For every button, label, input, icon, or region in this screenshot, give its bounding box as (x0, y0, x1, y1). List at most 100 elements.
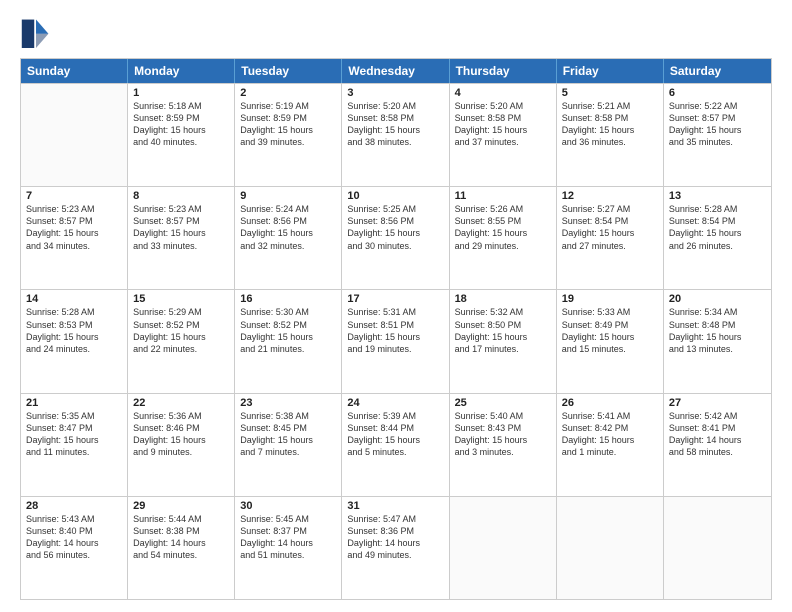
day-cell-26: 26Sunrise: 5:41 AM Sunset: 8:42 PM Dayli… (557, 394, 664, 496)
header-day-tuesday: Tuesday (235, 59, 342, 83)
day-cell-6: 6Sunrise: 5:22 AM Sunset: 8:57 PM Daylig… (664, 84, 771, 186)
day-info: Sunrise: 5:18 AM Sunset: 8:59 PM Dayligh… (133, 100, 229, 149)
day-number: 28 (26, 500, 122, 512)
day-cell-17: 17Sunrise: 5:31 AM Sunset: 8:51 PM Dayli… (342, 290, 449, 392)
day-info: Sunrise: 5:19 AM Sunset: 8:59 PM Dayligh… (240, 100, 336, 149)
day-cell-7: 7Sunrise: 5:23 AM Sunset: 8:57 PM Daylig… (21, 187, 128, 289)
empty-cell-4-6 (664, 497, 771, 599)
day-info: Sunrise: 5:24 AM Sunset: 8:56 PM Dayligh… (240, 203, 336, 252)
day-number: 3 (347, 87, 443, 99)
day-number: 24 (347, 397, 443, 409)
day-number: 22 (133, 397, 229, 409)
day-cell-10: 10Sunrise: 5:25 AM Sunset: 8:56 PM Dayli… (342, 187, 449, 289)
day-info: Sunrise: 5:44 AM Sunset: 8:38 PM Dayligh… (133, 513, 229, 562)
day-number: 2 (240, 87, 336, 99)
day-cell-2: 2Sunrise: 5:19 AM Sunset: 8:59 PM Daylig… (235, 84, 342, 186)
calendar-header: SundayMondayTuesdayWednesdayThursdayFrid… (21, 59, 771, 83)
day-number: 14 (26, 293, 122, 305)
calendar-row-3: 14Sunrise: 5:28 AM Sunset: 8:53 PM Dayli… (21, 289, 771, 392)
day-info: Sunrise: 5:28 AM Sunset: 8:54 PM Dayligh… (669, 203, 766, 252)
day-cell-31: 31Sunrise: 5:47 AM Sunset: 8:36 PM Dayli… (342, 497, 449, 599)
day-cell-22: 22Sunrise: 5:36 AM Sunset: 8:46 PM Dayli… (128, 394, 235, 496)
day-info: Sunrise: 5:29 AM Sunset: 8:52 PM Dayligh… (133, 306, 229, 355)
day-cell-12: 12Sunrise: 5:27 AM Sunset: 8:54 PM Dayli… (557, 187, 664, 289)
day-number: 30 (240, 500, 336, 512)
header-day-sunday: Sunday (21, 59, 128, 83)
day-cell-8: 8Sunrise: 5:23 AM Sunset: 8:57 PM Daylig… (128, 187, 235, 289)
day-info: Sunrise: 5:41 AM Sunset: 8:42 PM Dayligh… (562, 410, 658, 459)
day-number: 7 (26, 190, 122, 202)
empty-cell-4-5 (557, 497, 664, 599)
header-day-saturday: Saturday (664, 59, 771, 83)
day-cell-19: 19Sunrise: 5:33 AM Sunset: 8:49 PM Dayli… (557, 290, 664, 392)
header-day-monday: Monday (128, 59, 235, 83)
day-cell-24: 24Sunrise: 5:39 AM Sunset: 8:44 PM Dayli… (342, 394, 449, 496)
day-number: 6 (669, 87, 766, 99)
day-info: Sunrise: 5:31 AM Sunset: 8:51 PM Dayligh… (347, 306, 443, 355)
day-info: Sunrise: 5:45 AM Sunset: 8:37 PM Dayligh… (240, 513, 336, 562)
day-cell-23: 23Sunrise: 5:38 AM Sunset: 8:45 PM Dayli… (235, 394, 342, 496)
day-cell-4: 4Sunrise: 5:20 AM Sunset: 8:58 PM Daylig… (450, 84, 557, 186)
day-cell-28: 28Sunrise: 5:43 AM Sunset: 8:40 PM Dayli… (21, 497, 128, 599)
day-cell-1: 1Sunrise: 5:18 AM Sunset: 8:59 PM Daylig… (128, 84, 235, 186)
header-day-friday: Friday (557, 59, 664, 83)
day-info: Sunrise: 5:43 AM Sunset: 8:40 PM Dayligh… (26, 513, 122, 562)
empty-cell-0-0 (21, 84, 128, 186)
day-number: 11 (455, 190, 551, 202)
calendar: SundayMondayTuesdayWednesdayThursdayFrid… (20, 58, 772, 600)
day-number: 20 (669, 293, 766, 305)
day-cell-29: 29Sunrise: 5:44 AM Sunset: 8:38 PM Dayli… (128, 497, 235, 599)
calendar-body: 1Sunrise: 5:18 AM Sunset: 8:59 PM Daylig… (21, 83, 771, 599)
calendar-row-2: 7Sunrise: 5:23 AM Sunset: 8:57 PM Daylig… (21, 186, 771, 289)
day-info: Sunrise: 5:36 AM Sunset: 8:46 PM Dayligh… (133, 410, 229, 459)
day-cell-15: 15Sunrise: 5:29 AM Sunset: 8:52 PM Dayli… (128, 290, 235, 392)
day-cell-16: 16Sunrise: 5:30 AM Sunset: 8:52 PM Dayli… (235, 290, 342, 392)
day-info: Sunrise: 5:34 AM Sunset: 8:48 PM Dayligh… (669, 306, 766, 355)
day-info: Sunrise: 5:35 AM Sunset: 8:47 PM Dayligh… (26, 410, 122, 459)
day-cell-21: 21Sunrise: 5:35 AM Sunset: 8:47 PM Dayli… (21, 394, 128, 496)
day-info: Sunrise: 5:27 AM Sunset: 8:54 PM Dayligh… (562, 203, 658, 252)
day-number: 29 (133, 500, 229, 512)
calendar-row-1: 1Sunrise: 5:18 AM Sunset: 8:59 PM Daylig… (21, 83, 771, 186)
day-info: Sunrise: 5:26 AM Sunset: 8:55 PM Dayligh… (455, 203, 551, 252)
day-info: Sunrise: 5:20 AM Sunset: 8:58 PM Dayligh… (455, 100, 551, 149)
day-number: 12 (562, 190, 658, 202)
header-day-wednesday: Wednesday (342, 59, 449, 83)
page: SundayMondayTuesdayWednesdayThursdayFrid… (0, 0, 792, 612)
day-number: 13 (669, 190, 766, 202)
empty-cell-4-4 (450, 497, 557, 599)
day-number: 16 (240, 293, 336, 305)
day-cell-30: 30Sunrise: 5:45 AM Sunset: 8:37 PM Dayli… (235, 497, 342, 599)
day-info: Sunrise: 5:32 AM Sunset: 8:50 PM Dayligh… (455, 306, 551, 355)
day-info: Sunrise: 5:23 AM Sunset: 8:57 PM Dayligh… (26, 203, 122, 252)
day-number: 17 (347, 293, 443, 305)
day-info: Sunrise: 5:22 AM Sunset: 8:57 PM Dayligh… (669, 100, 766, 149)
day-cell-18: 18Sunrise: 5:32 AM Sunset: 8:50 PM Dayli… (450, 290, 557, 392)
header-day-thursday: Thursday (450, 59, 557, 83)
day-cell-5: 5Sunrise: 5:21 AM Sunset: 8:58 PM Daylig… (557, 84, 664, 186)
day-number: 15 (133, 293, 229, 305)
day-number: 10 (347, 190, 443, 202)
day-info: Sunrise: 5:38 AM Sunset: 8:45 PM Dayligh… (240, 410, 336, 459)
day-number: 4 (455, 87, 551, 99)
day-info: Sunrise: 5:39 AM Sunset: 8:44 PM Dayligh… (347, 410, 443, 459)
day-info: Sunrise: 5:42 AM Sunset: 8:41 PM Dayligh… (669, 410, 766, 459)
day-info: Sunrise: 5:33 AM Sunset: 8:49 PM Dayligh… (562, 306, 658, 355)
day-cell-9: 9Sunrise: 5:24 AM Sunset: 8:56 PM Daylig… (235, 187, 342, 289)
day-cell-20: 20Sunrise: 5:34 AM Sunset: 8:48 PM Dayli… (664, 290, 771, 392)
day-info: Sunrise: 5:20 AM Sunset: 8:58 PM Dayligh… (347, 100, 443, 149)
day-info: Sunrise: 5:47 AM Sunset: 8:36 PM Dayligh… (347, 513, 443, 562)
day-number: 8 (133, 190, 229, 202)
day-number: 23 (240, 397, 336, 409)
day-number: 31 (347, 500, 443, 512)
day-info: Sunrise: 5:21 AM Sunset: 8:58 PM Dayligh… (562, 100, 658, 149)
calendar-row-4: 21Sunrise: 5:35 AM Sunset: 8:47 PM Dayli… (21, 393, 771, 496)
logo-icon (20, 16, 52, 48)
day-number: 27 (669, 397, 766, 409)
day-number: 25 (455, 397, 551, 409)
day-cell-3: 3Sunrise: 5:20 AM Sunset: 8:58 PM Daylig… (342, 84, 449, 186)
day-cell-27: 27Sunrise: 5:42 AM Sunset: 8:41 PM Dayli… (664, 394, 771, 496)
day-cell-13: 13Sunrise: 5:28 AM Sunset: 8:54 PM Dayli… (664, 187, 771, 289)
day-number: 18 (455, 293, 551, 305)
day-info: Sunrise: 5:28 AM Sunset: 8:53 PM Dayligh… (26, 306, 122, 355)
